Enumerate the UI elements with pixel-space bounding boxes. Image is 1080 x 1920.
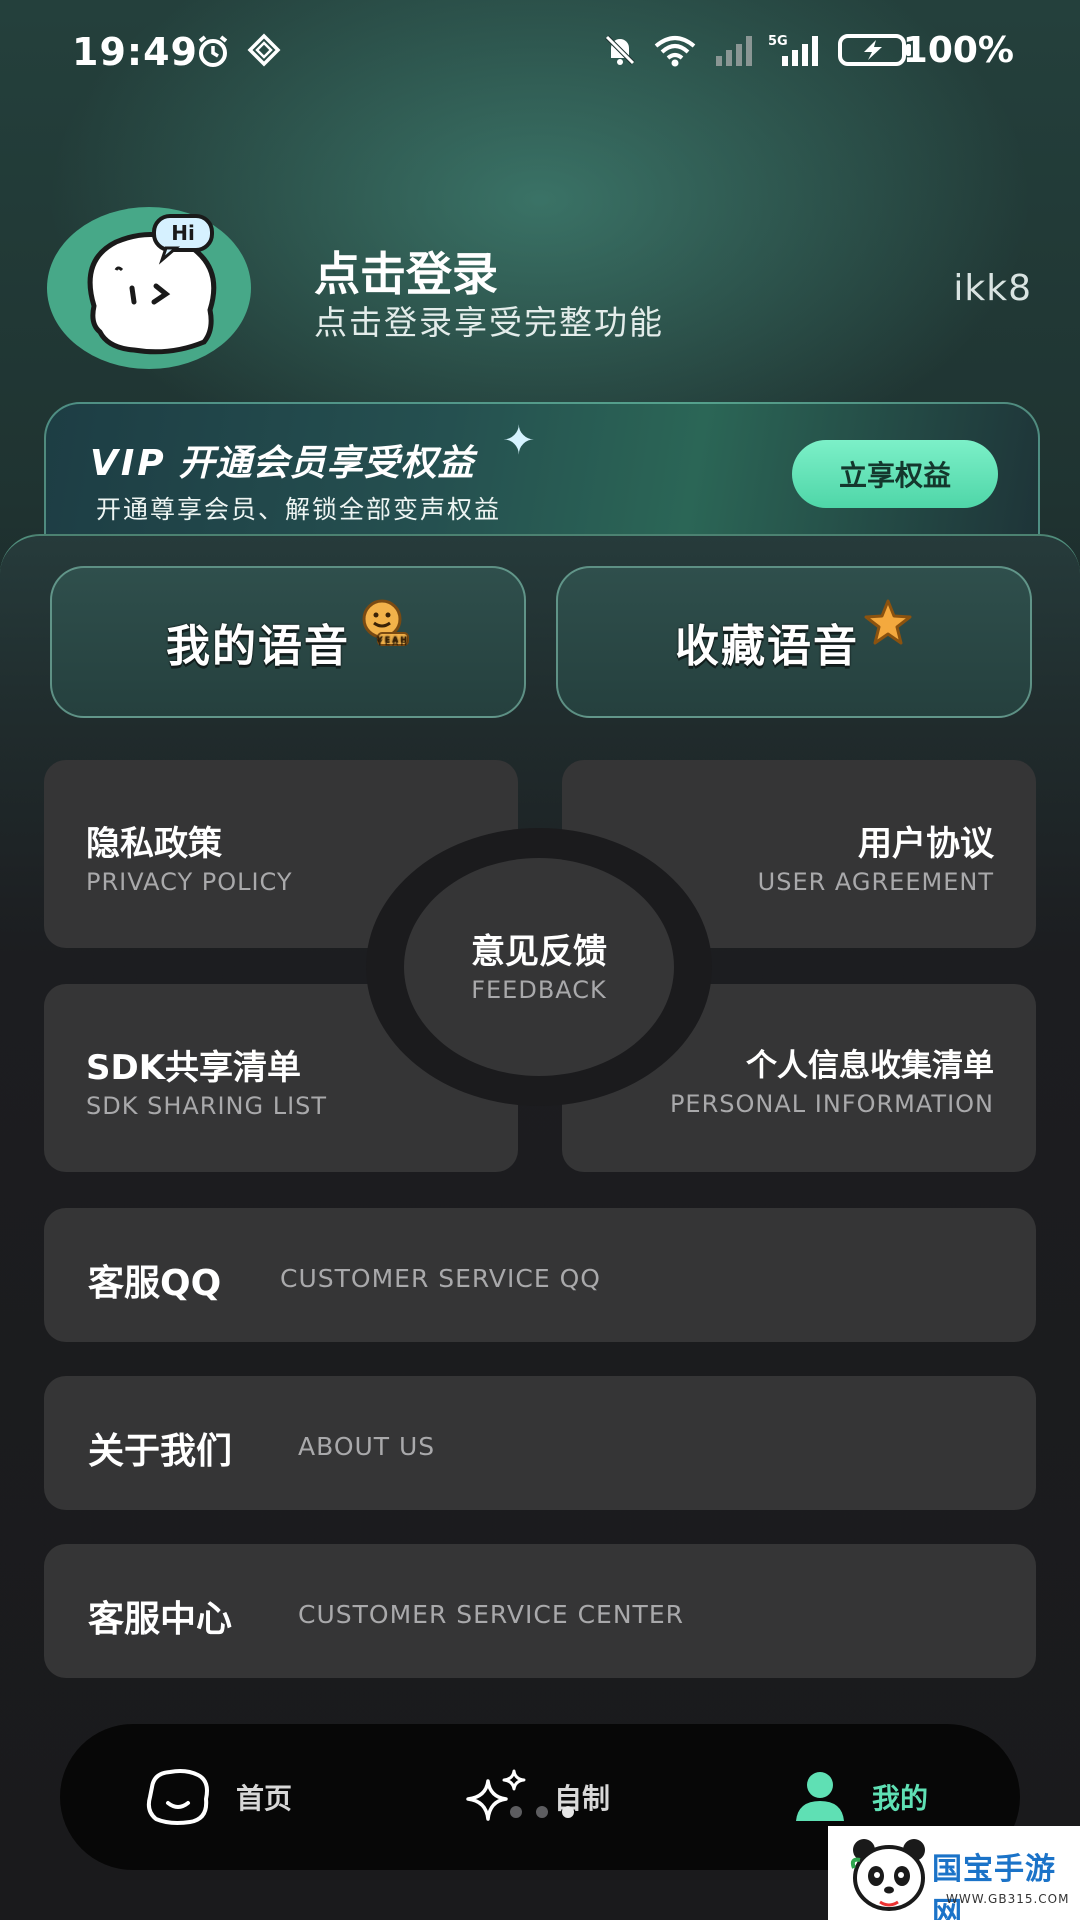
home-face-icon: [146, 1769, 209, 1825]
personal-information-subtitle: PERSONAL INFORMATION: [669, 1090, 994, 1118]
about-us-subtitle: ABOUT US: [298, 1432, 436, 1461]
page-dot: [536, 1806, 548, 1818]
sticker-icon: YEAH: [354, 595, 410, 661]
nav-home-label: 首页: [236, 1782, 293, 1815]
customer-service-center-title: 客服中心: [88, 1599, 233, 1640]
my-voice-label: 我的语音: [166, 621, 350, 672]
my-voice-button[interactable]: 我的语音 YEAH: [50, 566, 526, 718]
privacy-policy-title: 隐私政策: [86, 824, 222, 864]
alarm-icon: [198, 35, 228, 67]
mute-icon: [605, 35, 635, 65]
panda-logo-icon: [850, 1839, 925, 1911]
page-dot-active: [562, 1806, 574, 1818]
login-title[interactable]: 点击登录: [314, 238, 498, 304]
about-us-title: 关于我们: [88, 1431, 233, 1472]
customer-service-center-row[interactable]: 客服中心 CUSTOMER SERVICE CENTER: [44, 1544, 1036, 1678]
customer-service-qq-row[interactable]: 客服QQ CUSTOMER SERVICE QQ: [44, 1208, 1036, 1342]
user-agreement-subtitle: USER AGREEMENT: [757, 868, 994, 896]
watermark-url: WWW.GB315.COM: [946, 1892, 1070, 1906]
star-icon: [863, 598, 913, 658]
battery-level: 100%: [902, 30, 1014, 71]
watermark: 国宝手游网 WWW.GB315.COM: [828, 1826, 1080, 1920]
nav-mine-label: 我的: [872, 1782, 929, 1815]
favorite-voice-label: 收藏语音: [675, 621, 859, 672]
sdk-sharing-list-subtitle: SDK SHARING LIST: [86, 1092, 328, 1120]
vip-title: VIP 开通会员享受权益: [90, 434, 475, 486]
status-bar: 19:49 5G 100%: [0, 0, 1080, 100]
signal-5g-icon: 5G: [768, 34, 818, 66]
about-us-row[interactable]: 关于我们 ABOUT US: [44, 1376, 1036, 1510]
vip-claim-button[interactable]: 立享权益: [792, 440, 998, 508]
signal-icon: [716, 36, 752, 66]
avatar-badge-text: Hi: [171, 221, 195, 245]
privacy-policy-subtitle: PRIVACY POLICY: [86, 868, 293, 896]
page-indicator: [510, 1806, 574, 1818]
vip-title-text: 开通会员享受权益: [178, 443, 475, 484]
vip-subtitle: 开通尊享会员、解锁全部变声权益: [96, 495, 502, 524]
customer-service-qq-title: 客服QQ: [88, 1263, 222, 1304]
customer-service-qq-subtitle: CUSTOMER SERVICE QQ: [280, 1264, 601, 1293]
vip-banner[interactable]: VIP 开通会员享受权益 ✦ 开通尊享会员、解锁全部变声权益 立享权益: [44, 402, 1040, 544]
customer-service-center-subtitle: CUSTOMER SERVICE CENTER: [298, 1600, 684, 1629]
feedback-subtitle: FEEDBACK: [471, 976, 607, 1004]
person-icon: [796, 1772, 844, 1821]
login-subtitle: 点击登录享受完整功能: [314, 303, 664, 342]
vip-mark: VIP: [90, 443, 167, 484]
user-agreement-title: 用户协议: [858, 824, 994, 864]
svg-text:5G: 5G: [768, 34, 788, 49]
wifi-icon: [654, 36, 696, 67]
user-code: ikk8: [953, 268, 1032, 309]
vpn-icon: [247, 33, 281, 67]
sdk-sharing-list-title: SDK共享清单: [86, 1048, 302, 1088]
sticker-text: YEAH: [376, 636, 409, 645]
watermark-title: 国宝手游网: [932, 1852, 1056, 1920]
avatar[interactable]: Hi: [46, 206, 252, 370]
favorite-voice-button[interactable]: 收藏语音: [556, 566, 1032, 718]
sparkles-icon: [466, 1769, 526, 1821]
personal-information-title: 个人信息收集清单: [746, 1048, 994, 1084]
sparkle-icon: ✦: [502, 418, 536, 464]
nav-home[interactable]: 首页: [142, 1724, 292, 1870]
feedback-button[interactable]: 意见反馈 FEEDBACK: [404, 858, 674, 1076]
status-time: 19:49: [72, 30, 198, 74]
feedback-title: 意见反馈: [471, 932, 607, 972]
page-dot: [510, 1806, 522, 1818]
nav-create[interactable]: 自制: [462, 1724, 610, 1870]
